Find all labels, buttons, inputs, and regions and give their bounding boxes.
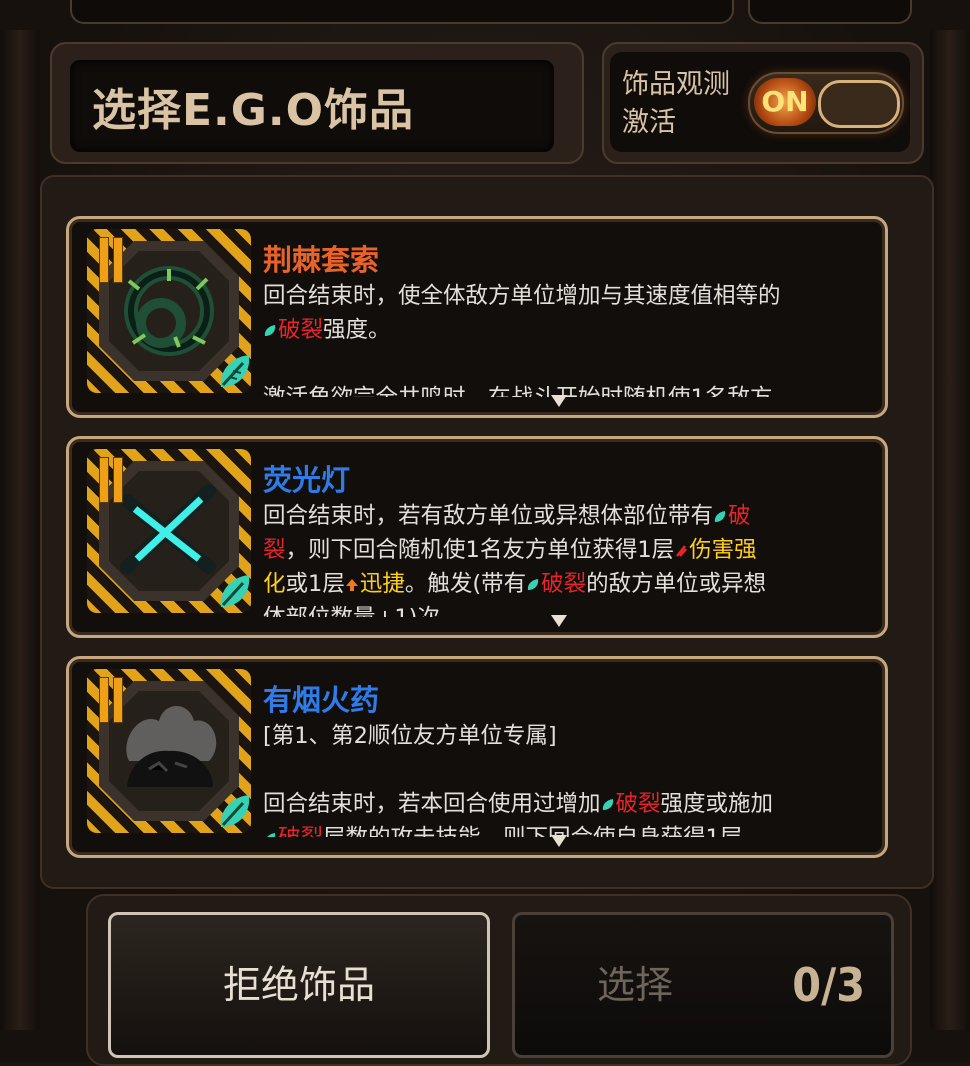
gift-description-text: 强度或施加 <box>660 791 774 817</box>
keyword-rupture: 破裂 <box>615 791 661 817</box>
rupture-icon <box>602 798 613 810</box>
top-strip <box>70 0 734 24</box>
keyword-damage-up-part: 伤害强 <box>689 537 757 563</box>
gift-description-line: [第1、第2顺位友方单位专属] <box>263 723 557 749</box>
scroll-down-arrow-icon[interactable] <box>551 835 567 847</box>
keyword-rupture: 破裂 <box>278 317 324 343</box>
rupture-icon <box>264 324 276 336</box>
ego-gift-card-smoky-gunpowder[interactable]: 有烟火药 [第1、第2顺位友方单位专属] 回合结束时，若本回合使用过增加 破裂强度… <box>66 656 888 858</box>
toggle-on-indicator[interactable]: ON <box>754 78 816 126</box>
select-button-label: 选择 <box>597 963 674 1007</box>
haste-icon <box>345 578 358 591</box>
gift-name: 荆棘套索 <box>263 243 380 277</box>
gift-description-text: 强度。 <box>323 317 391 343</box>
rupture-icon <box>266 832 276 837</box>
gift-description-text: 回合结束时，若本回合使用过增加 <box>263 791 601 817</box>
keyword-rupture: 破裂 <box>541 571 587 597</box>
right-frame-rail <box>930 30 970 1030</box>
gift-description-text: ，则下回合随机使1名友方单位获得1层 <box>285 537 675 563</box>
gift-description: [第1、第2顺位友方单位专属] 回合结束时，若本回合使用过增加破裂强度或施加 破… <box>263 719 863 837</box>
gift-description-line: 回合结束时，若有敌方单位或异想体部位带有破 <box>263 499 863 533</box>
gift-description: 回合结束时，若有敌方单位或异想体部位带有破 裂，则下回合随机使1名友方单位获得1… <box>263 499 863 617</box>
refuse-gift-button[interactable]: 拒绝饰品 <box>108 912 490 1058</box>
select-gift-button[interactable]: 选择 0/3 <box>512 912 894 1058</box>
rupture-icon <box>714 510 726 522</box>
gift-description-line <box>263 753 863 787</box>
scroll-down-arrow-icon[interactable] <box>551 615 567 627</box>
keyword-rupture-part: 破 <box>728 503 751 529</box>
gift-icon-frame <box>87 229 251 393</box>
rupture-status-icon <box>220 355 250 387</box>
gift-rank-badge <box>99 457 127 505</box>
rupture-icon <box>528 578 539 590</box>
gift-name: 荧光灯 <box>263 463 351 497</box>
ego-gift-card-fluorescent-lamp[interactable]: 荧光灯 回合结束时，若有敌方单位或异想体部位带有破 裂，则下回合随机使1名友方单… <box>66 436 888 638</box>
fluorescent-lamp-icon <box>120 484 216 574</box>
top-strip-right <box>748 0 912 24</box>
gift-name: 有烟火药 <box>263 683 380 717</box>
keyword-damage-up-part: 化 <box>263 571 286 597</box>
toggle-knob[interactable] <box>818 80 900 128</box>
rupture-status-icon <box>220 575 250 607</box>
gift-description-text: 回合结束时，若有敌方单位或异想体部位带有 <box>263 503 714 529</box>
gift-description-text: 或1层 <box>285 571 345 597</box>
observation-toggle-label: 饰品观测激活 <box>622 69 730 138</box>
rupture-status-icon <box>220 795 250 827</box>
gift-icon-frame <box>87 669 251 833</box>
selection-count: 0/3 <box>792 958 865 1012</box>
gift-rank-badge <box>99 677 127 725</box>
gift-description-line: 破裂强度。 <box>263 313 863 347</box>
left-frame-rail <box>0 30 40 1030</box>
gift-description: 回合结束时，使全体敌方单位增加与其速度值相等的 破裂强度。 激活角欲完全共鸣时，… <box>263 279 863 397</box>
gift-description-line: 化或1层 迅捷。触发(带有 破裂的敌方单位或异想 <box>263 567 863 601</box>
gift-description-line: 回合结束时，使全体敌方单位增加与其速度值相等的 <box>263 283 781 309</box>
thorny-lasso-icon <box>124 266 214 356</box>
gift-icon-frame <box>87 449 251 613</box>
damage-up-icon <box>676 544 688 557</box>
gift-description-line: 裂，则下回合随机使1名友方单位获得1层 伤害强 <box>263 533 863 567</box>
gunpowder-pile-icon <box>126 706 217 787</box>
ego-gift-card-thorny-lasso[interactable]: 荆棘套索 回合结束时，使全体敌方单位增加与其速度值相等的 破裂强度。 激活角欲完… <box>66 216 888 418</box>
scroll-down-arrow-icon[interactable] <box>551 395 567 407</box>
gift-description-text: 。触发(带有 <box>404 571 527 597</box>
gift-description-text: 层数的攻击技能，则下回合使自身获得1层 <box>323 825 742 837</box>
gift-description-line: 回合结束时，若本回合使用过增加 破裂强度或施加 <box>263 787 863 821</box>
gift-rank-badge <box>99 237 127 285</box>
page-title: 选择E.G.O饰品 <box>92 85 415 136</box>
keyword-rupture: 破裂 <box>278 825 323 837</box>
keyword-haste: 迅捷 <box>359 571 405 597</box>
gift-description-text: 的敌方单位或异想 <box>586 571 767 597</box>
gift-description-line <box>263 347 863 381</box>
keyword-rupture-part: 裂 <box>263 537 286 563</box>
